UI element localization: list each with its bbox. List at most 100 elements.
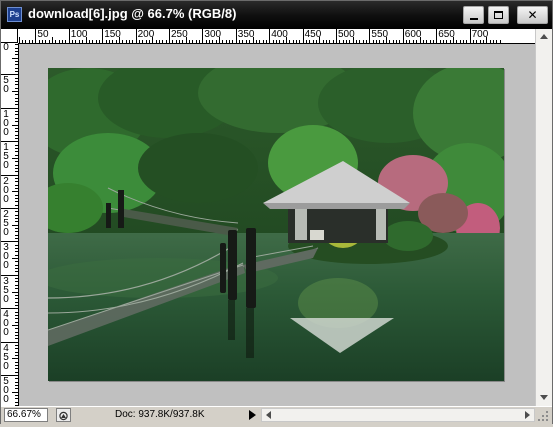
- ruler-minor-tick: [249, 40, 251, 43]
- resize-grip-icon[interactable]: [537, 410, 549, 422]
- vertical-scrollbar[interactable]: [535, 29, 552, 406]
- ruler-minor-tick: [382, 40, 384, 43]
- ruler-minor-tick: [322, 40, 324, 43]
- ruler-minor-tick: [28, 40, 30, 43]
- ruler-minor-tick: [379, 40, 381, 43]
- ruler-minor-tick: [15, 328, 18, 330]
- ruler-minor-tick: [152, 37, 154, 43]
- ruler-minor-tick: [15, 184, 18, 186]
- ruler-minor-tick: [15, 254, 18, 256]
- ruler-minor-tick: [15, 268, 18, 270]
- ruler-minor-tick: [349, 40, 351, 43]
- ruler-minor-tick: [482, 40, 484, 43]
- canvas-area[interactable]: [19, 44, 535, 406]
- ruler-minor-tick: [15, 67, 18, 69]
- document-window: Ps download[6].jpg @ 66.7% (RGB/8) ✕ 050…: [0, 0, 553, 424]
- ruler-minor-tick: [15, 194, 18, 196]
- ruler-minor-tick: [426, 40, 428, 43]
- ruler-minor-tick: [12, 291, 18, 293]
- ruler-minor-tick: [125, 40, 127, 43]
- ruler-minor-tick: [15, 311, 18, 313]
- horizontal-ruler[interactable]: 0501001502002503003504004505005506006507…: [18, 29, 535, 44]
- ruler-minor-tick: [476, 40, 478, 43]
- ruler-minor-tick: [229, 40, 231, 43]
- scroll-right-icon[interactable]: [521, 409, 533, 421]
- ruler-minor-tick: [189, 40, 191, 43]
- ruler-minor-tick: [15, 354, 18, 356]
- maximize-button[interactable]: [488, 6, 509, 24]
- ruler-minor-tick: [15, 51, 18, 53]
- ruler-minor-tick: [289, 40, 291, 43]
- ruler-minor-tick: [259, 40, 261, 43]
- photoshop-app-icon[interactable]: Ps: [7, 7, 22, 22]
- ruler-minor-tick: [15, 211, 18, 213]
- ruler-minor-tick: [332, 40, 334, 43]
- ruler-minor-tick: [272, 40, 274, 43]
- minimize-button[interactable]: [463, 6, 484, 24]
- ruler-minor-tick: [48, 40, 50, 43]
- ruler-minor-tick: [15, 298, 18, 300]
- ruler-minor-tick: [442, 40, 444, 43]
- ruler-minor-tick: [72, 40, 74, 43]
- ruler-minor-tick: [372, 40, 374, 43]
- ruler-minor-tick: [32, 40, 34, 43]
- ruler-minor-tick: [15, 264, 18, 266]
- ruler-minor-tick: [15, 144, 18, 146]
- ruler-origin[interactable]: [1, 29, 18, 43]
- ruler-minor-tick: [65, 40, 67, 43]
- maximize-icon: [494, 11, 503, 19]
- ruler-minor-tick: [15, 54, 18, 56]
- ruler-minor-tick: [209, 40, 211, 43]
- vertical-ruler[interactable]: 050100150200250300350400450500: [1, 43, 19, 406]
- ruler-minor-tick: [409, 40, 411, 43]
- arrow-right-icon[interactable]: [245, 408, 259, 422]
- ruler-minor-tick: [459, 40, 461, 43]
- ruler-minor-tick: [15, 147, 18, 149]
- ruler-label: 50: [37, 29, 49, 40]
- zoom-field[interactable]: 66.67%: [4, 408, 48, 422]
- title-bar[interactable]: Ps download[6].jpg @ 66.7% (RGB/8) ✕: [1, 1, 552, 29]
- ruler-minor-tick: [15, 304, 18, 306]
- ruler-minor-tick: [212, 40, 214, 43]
- ruler-minor-tick: [15, 134, 18, 136]
- ruler-minor-tick: [282, 40, 284, 43]
- document-image[interactable]: [48, 68, 504, 381]
- ruler-major-tick: [169, 29, 170, 43]
- ruler-minor-tick: [456, 40, 458, 43]
- ruler-minor-tick: [262, 40, 264, 43]
- ruler-minor-tick: [185, 37, 187, 43]
- ruler-major-tick: [402, 29, 404, 43]
- close-button[interactable]: ✕: [517, 6, 548, 24]
- ruler-major-tick: [102, 29, 104, 43]
- scroll-up-icon[interactable]: [538, 31, 550, 43]
- ruler-minor-tick: [399, 40, 401, 43]
- ruler-minor-tick: [15, 278, 18, 280]
- ruler-minor-tick: [15, 381, 18, 383]
- ruler-minor-tick: [305, 40, 307, 43]
- ruler-minor-tick: [352, 37, 354, 43]
- ruler-minor-tick: [108, 40, 110, 43]
- ruler-minor-tick: [15, 204, 18, 206]
- ruler-minor-tick: [75, 40, 77, 43]
- ruler-minor-tick: [12, 91, 18, 93]
- ruler-minor-tick: [252, 37, 254, 43]
- horizontal-scrollbar[interactable]: [261, 408, 535, 422]
- ruler-minor-tick: [58, 40, 60, 43]
- scroll-left-icon[interactable]: [263, 409, 275, 421]
- ruler-minor-tick: [142, 40, 144, 43]
- ruler-minor-tick: [15, 87, 18, 89]
- ruler-minor-tick: [416, 40, 418, 43]
- ruler-minor-tick: [15, 137, 18, 139]
- ruler-minor-tick: [359, 40, 361, 43]
- ruler-minor-tick: [12, 191, 18, 193]
- ruler-minor-tick: [165, 40, 167, 43]
- ruler-minor-tick: [145, 40, 147, 43]
- ruler-minor-tick: [118, 37, 120, 43]
- ruler-minor-tick: [12, 324, 18, 326]
- ruler-minor-tick: [45, 40, 47, 43]
- ruler-minor-tick: [255, 40, 257, 43]
- status-menu-icon[interactable]: [56, 408, 71, 422]
- ruler-minor-tick: [15, 401, 18, 403]
- ruler-minor-tick: [15, 238, 18, 240]
- scroll-down-icon[interactable]: [538, 391, 550, 403]
